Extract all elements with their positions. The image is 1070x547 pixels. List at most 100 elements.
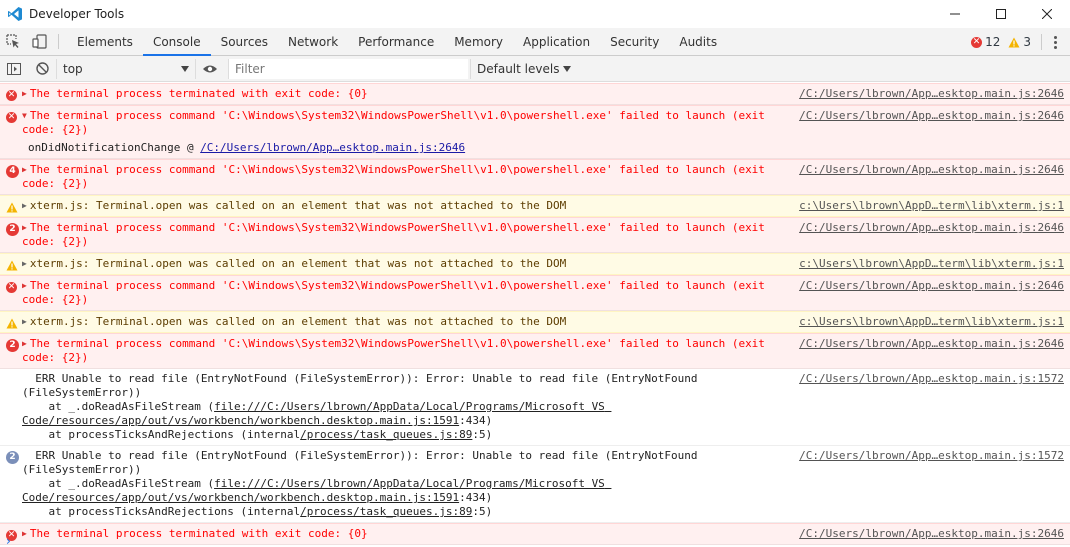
source-link[interactable]: /C:/Users/lbrown/App…esktop.main.js:2646 xyxy=(799,109,1064,123)
stack-frame-prefix: at _.doReadAsFileStream ( xyxy=(22,477,215,490)
dropdown-arrow-icon xyxy=(563,65,572,72)
expand-triangle-icon[interactable]: ▶ xyxy=(22,201,27,210)
tab-application[interactable]: Application xyxy=(513,28,600,55)
message-body: The terminal process command 'C:\Windows… xyxy=(22,279,772,306)
message-icon-slot xyxy=(6,200,22,214)
tab-network[interactable]: Network xyxy=(278,28,348,55)
console-warning-message[interactable]: ▶ xterm.js: Terminal.open was called on a… xyxy=(0,195,1070,217)
expand-triangle-icon[interactable]: ▶ xyxy=(22,89,27,98)
console-error-message[interactable]: ✕ ▶ The terminal process terminated with e… xyxy=(0,523,1070,545)
tab-performance[interactable]: Performance xyxy=(348,28,444,55)
message-body: xterm.js: Terminal.open was called on an… xyxy=(29,315,567,328)
expand-triangle-icon[interactable]: ▶ xyxy=(22,339,27,348)
more-options-icon[interactable] xyxy=(1048,35,1062,49)
expand-triangle-icon[interactable]: ▶ xyxy=(22,259,27,268)
console-error-message[interactable]: 4 ▶ The terminal process command 'C:\Windo… xyxy=(0,159,1070,195)
console-prompt[interactable]: › xyxy=(6,534,11,547)
sidebar-toggle-icon xyxy=(7,62,21,75)
stack-frame-suffix: :5) xyxy=(472,428,493,441)
source-link[interactable]: /C:/Users/lbrown/App…esktop.main.js:2646 xyxy=(799,163,1064,177)
tab-separator xyxy=(58,34,59,49)
issue-counts[interactable]: ✕ 12 3 xyxy=(967,28,1062,56)
minimize-icon xyxy=(950,13,960,15)
message-body: The terminal process terminated with exi… xyxy=(29,527,368,540)
log-levels-label: Default levels xyxy=(477,61,560,76)
source-link[interactable]: /C:/Users/lbrown/App…esktop.main.js:2646 xyxy=(799,527,1064,541)
collapse-triangle-icon[interactable]: ▼ xyxy=(22,111,27,120)
error-icon: ✕ xyxy=(6,281,17,293)
stack-frame-suffix: :434) xyxy=(459,491,493,504)
message-icon-slot: 2 xyxy=(6,450,22,464)
console-error-message[interactable]: ✕ ▶ The terminal process command 'C:\Windo… xyxy=(0,275,1070,311)
close-button[interactable] xyxy=(1024,0,1070,28)
console-error-message[interactable]: 2 ▶ The terminal process command 'C:\Windo… xyxy=(0,333,1070,369)
stack-frame-link[interactable]: /process/task_queues.js:89 xyxy=(300,505,472,518)
message-body: The terminal process command 'C:\Windows… xyxy=(22,109,772,136)
error-count-value: 12 xyxy=(985,35,1001,49)
execution-context-value: top xyxy=(63,61,83,76)
stack-frame-suffix: :434) xyxy=(459,414,493,427)
tab-audits[interactable]: Audits xyxy=(669,28,727,55)
expand-triangle-icon[interactable]: ▶ xyxy=(22,317,27,326)
source-link[interactable]: c:\Users\lbrown\AppD…term\lib\xterm.js:1 xyxy=(799,315,1064,329)
source-link[interactable]: /C:/Users/lbrown/App…esktop.main.js:1572 xyxy=(799,372,1064,386)
close-icon xyxy=(1042,9,1052,19)
console-error-message[interactable]: ✕ ▼ The terminal process command 'C:\Windo… xyxy=(0,105,1070,159)
message-icon-slot: 2 xyxy=(6,338,22,352)
message-icon-slot xyxy=(6,316,22,330)
stack-frame-suffix: :5) xyxy=(472,505,493,518)
source-link[interactable]: c:\Users\lbrown\AppD…term\lib\xterm.js:1 xyxy=(799,199,1064,213)
message-body: ERR Unable to read file (EntryNotFound (… xyxy=(22,372,705,399)
call-site-link[interactable]: /C:/Users/lbrown/App…esktop.main.js:2646 xyxy=(200,141,465,154)
warning-icon xyxy=(1008,37,1020,47)
expand-triangle-icon[interactable]: ▶ xyxy=(22,281,27,290)
execution-context-select[interactable]: top xyxy=(56,58,196,79)
console-error-message[interactable]: 2 ▶ The terminal process command 'C:\Windo… xyxy=(0,217,1070,253)
tab-elements[interactable]: Elements xyxy=(67,28,143,55)
tab-memory[interactable]: Memory xyxy=(444,28,513,55)
message-body: xterm.js: Terminal.open was called on an… xyxy=(29,199,567,212)
tab-security[interactable]: Security xyxy=(600,28,669,55)
repeat-count-badge: 2 xyxy=(6,338,19,352)
console-log-message[interactable]: ERR Unable to read file (EntryNotFound (… xyxy=(0,369,1070,446)
stack-frame-link[interactable]: /process/task_queues.js:89 xyxy=(300,428,472,441)
show-sidebar-button[interactable] xyxy=(0,56,28,82)
log-levels-dropdown[interactable]: Default levels xyxy=(470,58,577,79)
tab-sources[interactable]: Sources xyxy=(211,28,278,55)
error-icon: ✕ xyxy=(6,111,17,123)
message-body: xterm.js: Terminal.open was called on an… xyxy=(29,257,567,270)
tab-console[interactable]: Console xyxy=(142,28,211,56)
live-expression-button[interactable] xyxy=(196,56,224,82)
source-link[interactable]: /C:/Users/lbrown/App…esktop.main.js:2646 xyxy=(799,279,1064,293)
clear-console-button[interactable] xyxy=(28,56,56,82)
stack-frame-prefix: at processTicksAndRejections (internal xyxy=(22,505,301,518)
expand-triangle-icon[interactable]: ▶ xyxy=(22,165,27,174)
expand-triangle-icon[interactable]: ▶ xyxy=(22,529,27,538)
maximize-icon xyxy=(996,9,1006,19)
stack-frame-prefix: at processTicksAndRejections (internal xyxy=(22,428,301,441)
console-toolbar: top Default levels xyxy=(0,56,1070,82)
eye-icon xyxy=(203,65,217,72)
vscode-logo-icon xyxy=(8,7,22,21)
console-log-message[interactable]: 2 ERR Unable to read file (EntryNotFound… xyxy=(0,446,1070,523)
message-icon-slot xyxy=(6,258,22,272)
message-body: The terminal process terminated with exi… xyxy=(29,87,368,100)
maximize-button[interactable] xyxy=(978,0,1024,28)
console-error-message[interactable]: ✕ ▶ The terminal process terminated with e… xyxy=(0,83,1070,105)
repeat-count-badge: 2 xyxy=(6,222,19,236)
error-count[interactable]: ✕ 12 xyxy=(971,35,1000,49)
source-link[interactable]: /C:/Users/lbrown/App…esktop.main.js:2646 xyxy=(799,87,1064,101)
source-link[interactable]: c:\Users\lbrown\AppD…term\lib\xterm.js:1 xyxy=(799,257,1064,271)
console-warning-message[interactable]: ▶ xterm.js: Terminal.open was called on a… xyxy=(0,253,1070,275)
device-toolbar-button[interactable] xyxy=(26,28,52,55)
console-warning-message[interactable]: ▶ xterm.js: Terminal.open was called on a… xyxy=(0,311,1070,333)
source-link[interactable]: /C:/Users/lbrown/App…esktop.main.js:2646 xyxy=(799,221,1064,235)
source-link[interactable]: /C:/Users/lbrown/App…esktop.main.js:1572 xyxy=(799,449,1064,463)
expand-triangle-icon[interactable]: ▶ xyxy=(22,223,27,232)
source-link[interactable]: /C:/Users/lbrown/App…esktop.main.js:2646 xyxy=(799,337,1064,351)
inspect-element-button[interactable] xyxy=(0,28,26,55)
message-icon-slot: ✕ xyxy=(6,88,22,102)
console-filter-input[interactable] xyxy=(228,58,468,79)
warning-count[interactable]: 3 xyxy=(1008,35,1031,49)
minimize-button[interactable] xyxy=(932,0,978,28)
